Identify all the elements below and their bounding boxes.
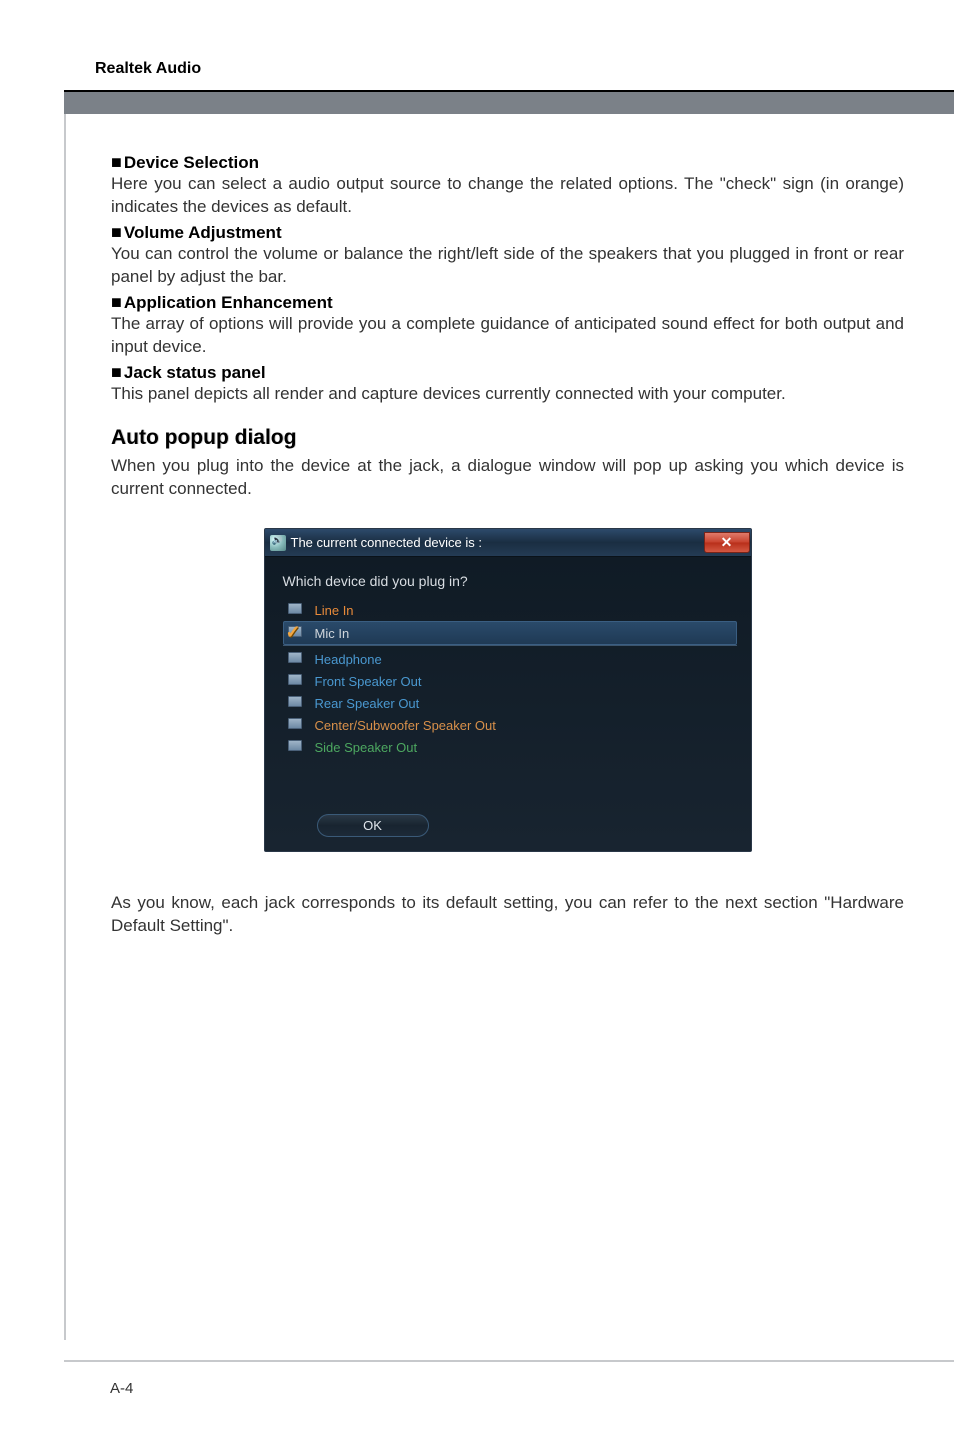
volume-adjustment-body: You can control the volume or balance th… — [111, 243, 904, 289]
unchecked-icon — [287, 672, 305, 690]
unchecked-icon — [287, 601, 305, 619]
ok-button[interactable]: OK — [317, 814, 429, 837]
jack-status-heading: ■Jack status panel — [111, 362, 904, 383]
dialog-prompt: Which device did you plug in? — [265, 557, 751, 599]
dialog-button-row: OK — [265, 806, 751, 851]
unchecked-icon — [287, 694, 305, 712]
dialog-title: The current connected device is : — [291, 535, 704, 550]
auto-popup-intro: When you plug into the device at the jac… — [111, 455, 904, 501]
device-option[interactable]: Line In — [287, 599, 733, 621]
auto-popup-outro: As you know, each jack corresponds to it… — [111, 892, 904, 938]
header-gray-bar — [64, 92, 954, 114]
device-dialog: The current connected device is : ✕ Whic… — [264, 528, 752, 852]
dialog-screenshot: The current connected device is : ✕ Whic… — [264, 528, 752, 852]
device-option[interactable]: Headphone — [287, 648, 733, 670]
device-option[interactable]: ✓ Mic In — [283, 621, 737, 645]
device-label: Front Speaker Out — [315, 674, 422, 689]
bullet-icon: ■ — [111, 152, 122, 172]
device-option[interactable]: Side Speaker Out — [287, 736, 733, 758]
unchecked-icon — [287, 716, 305, 734]
volume-adjustment-heading: ■Volume Adjustment — [111, 222, 904, 243]
device-spacer — [265, 758, 751, 806]
device-list: Line In ✓ Mic In Headphone Front Speaker Out… — [287, 599, 733, 758]
bullet-icon: ■ — [111, 292, 122, 312]
auto-popup-heading: Auto popup dialog — [111, 426, 904, 450]
dialog-titlebar: The current connected device is : ✕ — [265, 529, 751, 557]
device-label: Line In — [315, 603, 354, 618]
device-label: Headphone — [315, 652, 382, 667]
device-label: Side Speaker Out — [315, 740, 418, 755]
speaker-icon — [270, 535, 286, 551]
close-button[interactable]: ✕ — [704, 532, 750, 553]
device-option[interactable]: Front Speaker Out — [287, 670, 733, 692]
page-number: A-4 — [110, 1380, 133, 1397]
device-label: Center/Subwoofer Speaker Out — [315, 718, 496, 733]
device-label: Rear Speaker Out — [315, 696, 420, 711]
unchecked-icon — [287, 738, 305, 756]
bullet-icon: ■ — [111, 362, 122, 382]
check-icon: ✓ — [287, 624, 305, 642]
unchecked-icon — [287, 650, 305, 668]
device-option[interactable]: Center/Subwoofer Speaker Out — [287, 714, 733, 736]
application-enhancement-body: The array of options will provide you a … — [111, 313, 904, 359]
device-selection-body: Here you can select a audio output sourc… — [111, 173, 904, 219]
device-label: Mic In — [315, 626, 350, 641]
page-header: Realtek Audio — [95, 60, 954, 78]
device-option[interactable]: Rear Speaker Out — [287, 692, 733, 714]
content-frame: ■Device Selection Here you can select a … — [64, 114, 954, 1340]
application-enhancement-heading: ■Application Enhancement — [111, 292, 904, 313]
jack-status-body: This panel depicts all render and captur… — [111, 383, 904, 406]
footer-divider — [64, 1360, 954, 1362]
bullet-icon: ■ — [111, 222, 122, 242]
device-selection-heading: ■Device Selection — [111, 152, 904, 173]
